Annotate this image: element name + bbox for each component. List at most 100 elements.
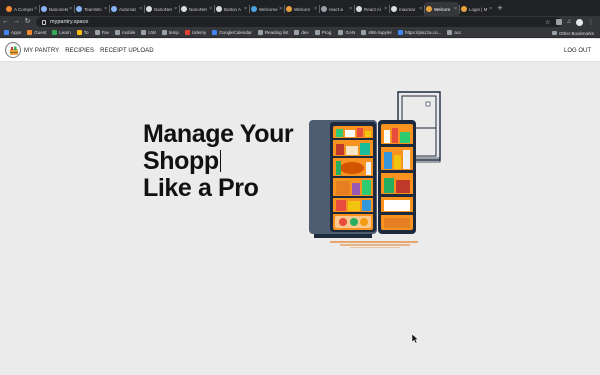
bookmark-label: GAN: [345, 30, 356, 35]
new-tab-icon[interactable]: +: [494, 2, 506, 16]
bookmark-item[interactable]: dev: [294, 30, 309, 35]
bookmark-item[interactable]: Fav: [94, 30, 109, 35]
browser-tab-title: Automat: [119, 6, 136, 12]
bookmark-item[interactable]: temp: [161, 30, 179, 35]
bookmark-item[interactable]: Apps: [4, 30, 21, 35]
close-tab-icon[interactable]: ×: [454, 6, 457, 12]
fridge-interior-left: [330, 122, 376, 232]
bookmark-label: Udemy: [191, 30, 207, 35]
nanonets-icon: [76, 6, 82, 12]
address-bar[interactable]: mypantry.space: [36, 17, 562, 27]
nanonets-icon: [111, 6, 117, 12]
browser-tab[interactable]: Welcome ×: [249, 2, 284, 16]
nav-my-pantry[interactable]: MY PANTRY: [24, 48, 59, 54]
browser-tab-title: Nanonets: [49, 6, 69, 12]
reload-icon[interactable]: ↻: [22, 16, 33, 28]
browser-tab[interactable]: Login | M ×: [459, 2, 494, 16]
browser-tab[interactable]: React Al ×: [354, 2, 389, 16]
close-tab-icon[interactable]: ×: [279, 6, 282, 12]
browser-tab[interactable]: Welcom ×: [424, 2, 459, 16]
bookmark-icon: [257, 30, 263, 35]
browser-tab[interactable]: react-a ×: [319, 2, 354, 16]
browser-tab[interactable]: Welcom ×: [284, 2, 319, 16]
close-tab-icon[interactable]: ×: [104, 6, 107, 12]
bookmark-label: To: [83, 30, 89, 35]
floor-lines: [330, 241, 418, 248]
nav-receipt-upload[interactable]: RECEIPT UPLOAD: [100, 48, 154, 54]
nav-recipes[interactable]: RECIPIES: [65, 48, 94, 54]
bookmark-item[interactable]: GoogleCalendar: [212, 30, 252, 35]
browser-tab[interactable]: NanoNet ×: [179, 2, 214, 16]
bookmark-label: Prog.: [321, 30, 333, 35]
bookmark-item[interactable]: Learn: [52, 30, 71, 35]
bookmark-label: Learn: [59, 30, 71, 35]
lock-icon: [42, 19, 46, 25]
browser-tab[interactable]: maxmar ×: [389, 2, 424, 16]
close-tab-icon[interactable]: ×: [349, 6, 352, 12]
logout-button[interactable]: LOG OUT: [564, 39, 591, 62]
browser-tab-title: Login | M: [469, 6, 488, 12]
browser-tab[interactable]: NanoNet ×: [144, 2, 179, 16]
forward-arrow-icon[interactable]: →: [11, 16, 22, 28]
browser-tab-title: React Al: [364, 6, 381, 12]
other-bookmarks[interactable]: Other Bookmarks: [551, 28, 594, 38]
bookmark-icon: [52, 30, 58, 35]
bookmark-icon: [27, 30, 33, 35]
browser-tab-title: react-a: [329, 6, 344, 12]
bookmark-label: https://piazza.co...: [404, 30, 442, 35]
browser-toolbar: ← → ↻ mypantry.space ☆ ♫ ⋮: [0, 16, 600, 28]
bookmark-item[interactable]: acc: [447, 30, 461, 35]
bookmark-icon: [94, 30, 100, 35]
close-tab-icon[interactable]: ×: [69, 6, 72, 12]
media-icon[interactable]: ♫: [567, 19, 572, 25]
bookmark-item[interactable]: To: [76, 30, 89, 35]
bookmark-item[interactable]: UW: [141, 30, 156, 35]
hero-line-2: Shopp: [143, 148, 318, 175]
back-arrow-icon[interactable]: ←: [0, 16, 11, 28]
browser-tab[interactable]: Button A ×: [214, 2, 249, 16]
extensions-icon[interactable]: [555, 19, 562, 25]
close-tab-icon[interactable]: ×: [384, 6, 387, 12]
bookmark-item[interactable]: https://piazza.co...: [397, 30, 442, 35]
app-header: MY PANTRY RECIPIES RECEIPT UPLOAD LOG OU…: [0, 39, 600, 62]
bookmark-label: temp: [168, 30, 179, 35]
profile-avatar[interactable]: [576, 18, 583, 26]
bookmark-item[interactable]: Prog.: [314, 30, 333, 35]
folder-icon: [551, 31, 557, 35]
browser-tab[interactable]: Nanonets ×: [39, 2, 74, 16]
browser-tab[interactable]: TeamWo ×: [74, 2, 109, 16]
app-icon: [426, 6, 432, 12]
bookmark-item[interactable]: 498-Jupyter: [361, 30, 392, 35]
browser-tab[interactable]: A Compre ×: [4, 2, 39, 16]
close-tab-icon[interactable]: ×: [139, 6, 142, 12]
close-tab-icon[interactable]: ×: [34, 6, 37, 12]
bookmark-icon: [397, 30, 403, 35]
toolbar-right: ☆ ♫ ⋮: [545, 16, 594, 28]
bookmark-item[interactable]: GAN: [338, 30, 355, 35]
close-tab-icon[interactable]: ×: [419, 6, 422, 12]
github-icon: [146, 6, 152, 12]
bookmark-icon: [141, 30, 147, 35]
browser-tab[interactable]: Automat ×: [109, 2, 144, 16]
close-tab-icon[interactable]: ×: [244, 6, 247, 12]
close-tab-icon[interactable]: ×: [209, 6, 212, 12]
menu-dots-icon[interactable]: ⋮: [588, 19, 594, 26]
bookmark-item[interactable]: Guest: [27, 30, 46, 35]
bookmark-item[interactable]: mobile: [115, 30, 135, 35]
bookmark-item[interactable]: Reading list: [257, 30, 288, 35]
close-tab-icon[interactable]: ×: [489, 6, 492, 12]
pantry-logo[interactable]: [5, 42, 21, 58]
star-icon[interactable]: ☆: [545, 19, 550, 26]
bookmark-icon: [294, 30, 300, 35]
bookmark-icon: [447, 30, 453, 35]
url-text: mypantry.space: [50, 19, 89, 25]
bookmark-item[interactable]: Udemy: [184, 30, 207, 35]
close-tab-icon[interactable]: ×: [314, 6, 317, 12]
browser-tab-title: Button A: [224, 6, 242, 12]
bookmark-label: Apps: [11, 30, 22, 35]
browser-tab-title: A Compre: [14, 6, 34, 12]
bookmark-icon: [115, 30, 121, 35]
other-bookmarks-label: Other Bookmarks: [558, 30, 594, 36]
github-icon: [216, 6, 222, 12]
close-tab-icon[interactable]: ×: [174, 6, 177, 12]
